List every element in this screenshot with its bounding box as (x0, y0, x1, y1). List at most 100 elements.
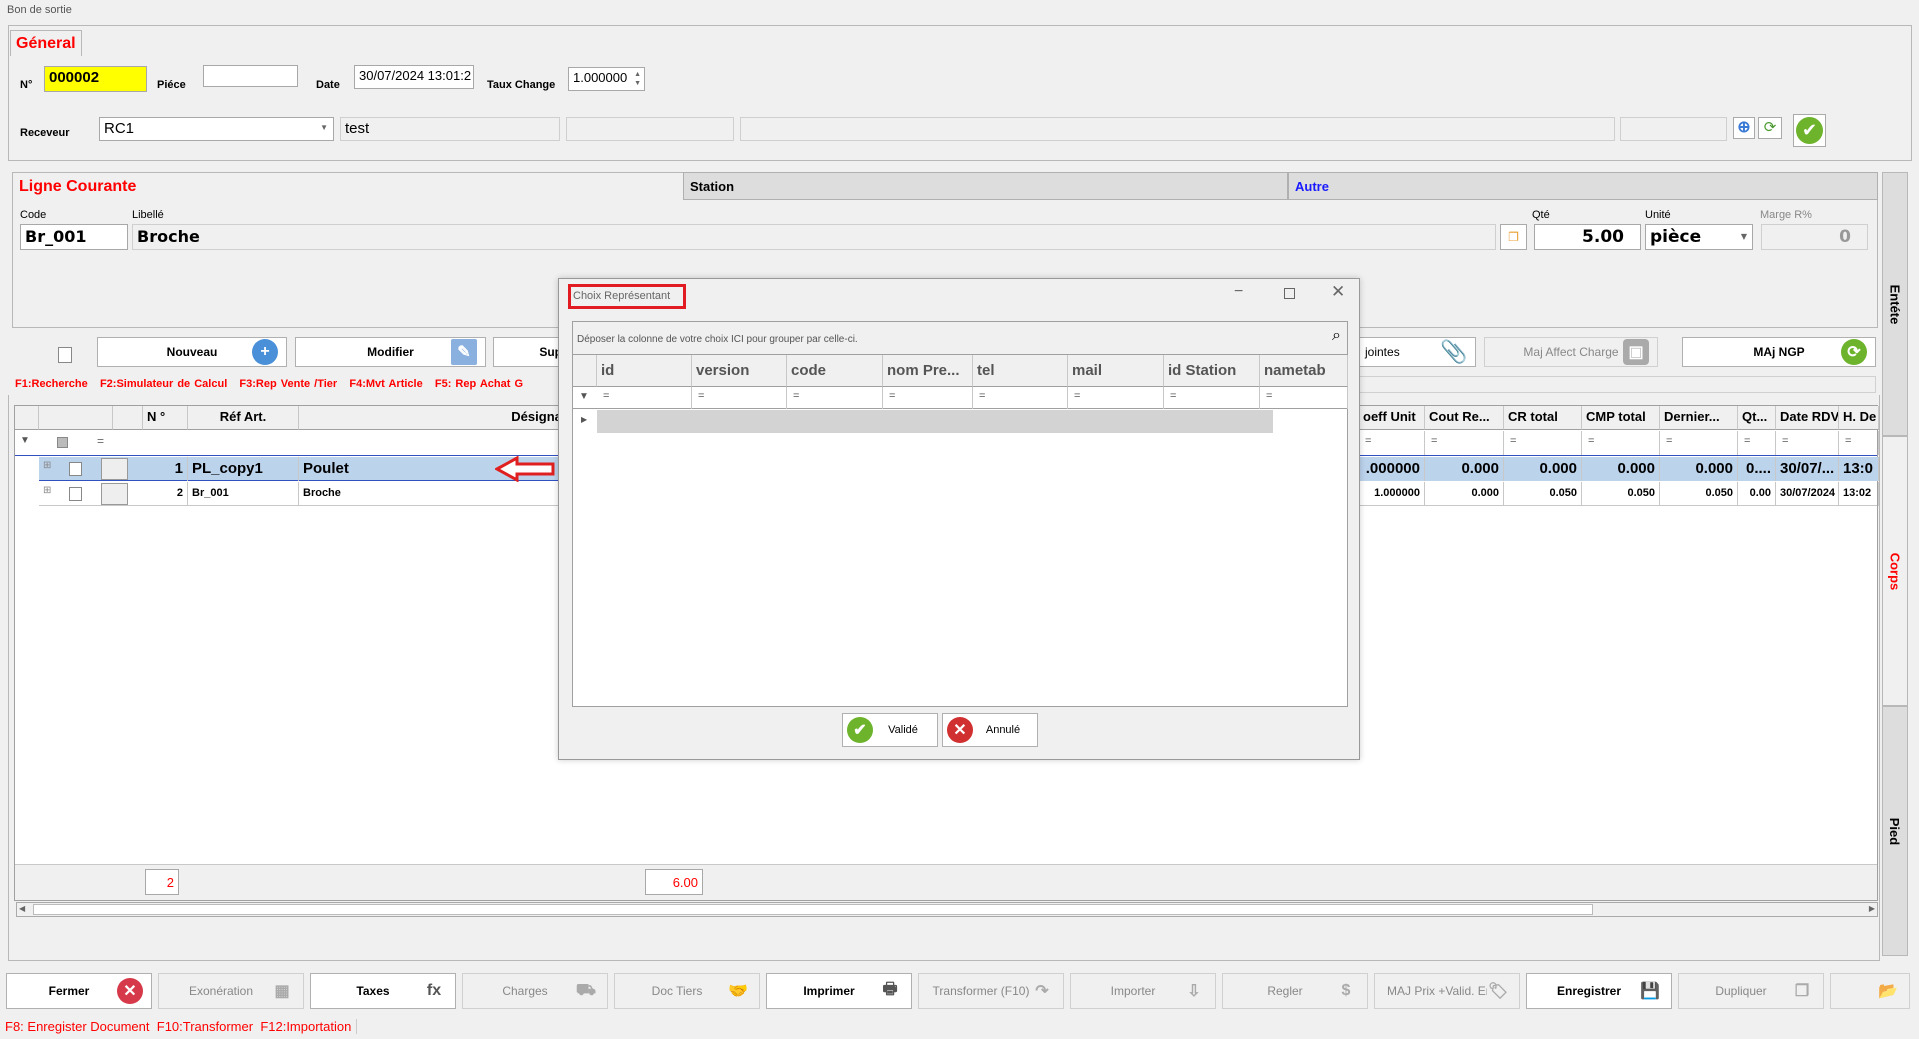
code-field[interactable]: Br_001 (20, 224, 128, 250)
dupliquer-label: Dupliquer (1715, 984, 1767, 998)
tab-corps[interactable]: Corps (1882, 436, 1908, 706)
cell-value: 0.000 (1425, 457, 1504, 481)
header-coeff[interactable]: oeff Unit (1359, 406, 1425, 430)
marge-label: Marge R% (1760, 209, 1812, 221)
filter-equals-icon[interactable]: = (1738, 431, 1776, 455)
scroll-left-icon[interactable]: ◀ (19, 904, 25, 913)
cell-n: 2 (143, 482, 188, 506)
check-icon: ✔ (847, 717, 873, 743)
filter-equals-icon[interactable]: = (1776, 431, 1839, 455)
jointes-button[interactable]: jointes 📎 (1340, 337, 1476, 367)
filter-equals-icon[interactable]: = (1260, 387, 1348, 409)
header-n[interactable]: N ° (143, 406, 188, 430)
filter-equals-icon[interactable]: = (1359, 431, 1425, 455)
tab-autre[interactable]: Autre (1288, 172, 1878, 200)
spin-arrows-icon[interactable]: ▲ ▼ (634, 70, 641, 88)
cancel-icon: ✕ (947, 717, 973, 743)
dialog-header-cell[interactable]: version (692, 355, 787, 387)
dialog-filter-row[interactable]: ▼ = = = = = = = = (573, 387, 1348, 409)
validate-icon[interactable]: ✔ (1793, 114, 1826, 147)
header-cout[interactable]: Cout Re... (1425, 406, 1504, 430)
filter-equals-icon[interactable]: = (1068, 387, 1164, 409)
filter-check-icon[interactable] (57, 437, 68, 448)
tab-station[interactable]: Station (683, 172, 1288, 200)
nouveau-button[interactable]: Nouveau + (97, 337, 287, 367)
expand-icon[interactable]: ⊞ (43, 485, 51, 496)
refresh-icon[interactable]: ⟳ (1758, 117, 1782, 139)
filter-equals-icon[interactable]: = (1582, 431, 1660, 455)
taux-spinner[interactable]: 1.000000 ▲ ▼ (568, 67, 645, 91)
copy-icon[interactable]: ❐ (1500, 224, 1527, 250)
horizontal-scrollbar[interactable]: ◀ ▶ (16, 902, 1878, 917)
tab-general[interactable]: Géneral (10, 30, 82, 56)
imprimer-button[interactable]: Imprimer 🖶 (766, 973, 912, 1009)
dialog-header-cell[interactable]: code (787, 355, 883, 387)
date-field[interactable]: 30/07/2024 13:01:2 (354, 65, 474, 89)
header-qt[interactable]: Qt... (1738, 406, 1776, 430)
filter-equals-icon[interactable]: = (1660, 431, 1738, 455)
dialog-header-cell[interactable]: nametab (1260, 355, 1348, 387)
enregistrer-button[interactable]: Enregistrer 💾 (1526, 973, 1672, 1009)
chevron-down-icon[interactable]: ▼ (320, 123, 328, 132)
row-button[interactable] (101, 483, 128, 505)
taxes-button[interactable]: Taxes fx (310, 973, 456, 1009)
dialog-header-cell[interactable]: mail (1068, 355, 1164, 387)
scroll-right-icon[interactable]: ▶ (1869, 904, 1875, 913)
dialog-header-cell[interactable]: id (597, 355, 692, 387)
close-icon[interactable]: ✕ (1331, 282, 1345, 302)
filter-equals-icon[interactable]: = (883, 387, 973, 409)
libelle-field[interactable]: Broche (132, 224, 1496, 250)
dialog-new-row[interactable] (597, 410, 1273, 433)
tab-pied[interactable]: Pied (1882, 706, 1908, 956)
group-panel[interactable]: Déposer la colonne de votre choix ICI po… (573, 322, 1347, 355)
scroll-thumb[interactable] (33, 904, 1593, 915)
maximize-icon[interactable] (1284, 288, 1295, 299)
search-icon[interactable]: ⌕ (1332, 327, 1341, 345)
unite-label: Unité (1645, 209, 1671, 221)
arrow-annotation-icon (495, 456, 555, 482)
hint-f1: F1:Recherche (15, 378, 88, 390)
row-checkbox[interactable] (69, 462, 82, 476)
expand-icon[interactable]: ⊞ (43, 460, 51, 471)
receveur-combo[interactable]: RC1 ▼ (99, 117, 334, 141)
no-field[interactable]: 000002 (44, 66, 147, 92)
hint-f12: F12:Importation (260, 1019, 352, 1034)
piece-field[interactable] (203, 65, 298, 87)
tab-pied-label: Pied (1887, 817, 1903, 845)
filter-equals-icon[interactable]: = (597, 387, 692, 409)
filter-equals-icon[interactable]: = (692, 387, 787, 409)
filter-equals-icon[interactable]: = (787, 387, 883, 409)
header-dernier[interactable]: Dernier... (1660, 406, 1738, 430)
row-button[interactable] (101, 458, 128, 480)
filter-equals-icon[interactable]: = (1839, 431, 1879, 455)
filter-equals-icon[interactable]: = (1425, 431, 1504, 455)
add-icon[interactable]: ⊕ (1733, 117, 1755, 139)
filter-equals-icon[interactable]: = (97, 434, 104, 448)
dialog-header-cell[interactable]: id Station (1164, 355, 1260, 387)
valide-button[interactable]: Validé ✔ (842, 713, 938, 747)
chevron-down-icon[interactable]: ▼ (1741, 232, 1747, 241)
modifier-button[interactable]: Modifier ✎ (295, 337, 486, 367)
tab-entete[interactable]: Entéte (1882, 172, 1908, 436)
header-date-rdv[interactable]: Date RDV (1776, 406, 1839, 430)
maj-ngp-button[interactable]: MAj NGP ⟳ (1682, 337, 1876, 367)
marge-spinner: 0 (1761, 224, 1868, 250)
select-checkbox[interactable] (58, 347, 72, 363)
unite-combo[interactable]: pièce ▼ (1645, 224, 1753, 250)
dialog-header-cell[interactable]: nom Pre... (883, 355, 973, 387)
window-title: Bon de sortie (7, 4, 72, 16)
annule-button[interactable]: Annulé ✕ (942, 713, 1038, 747)
filter-equals-icon[interactable]: = (973, 387, 1068, 409)
dialog-header-cell[interactable]: tel (973, 355, 1068, 387)
header-cr-total[interactable]: CR total (1504, 406, 1582, 430)
maj-prix-label: MAJ Prix +Valid. Ent (1387, 984, 1487, 998)
header-cmp-total[interactable]: CMP total (1582, 406, 1660, 430)
filter-equals-icon[interactable]: = (1504, 431, 1582, 455)
minimize-icon[interactable]: − (1234, 283, 1243, 301)
fermer-button[interactable]: Fermer ✕ (6, 973, 152, 1009)
header-ref[interactable]: Réf Art. (188, 406, 299, 430)
header-h-de[interactable]: H. De (1839, 406, 1879, 430)
row-checkbox[interactable] (69, 487, 82, 501)
filter-equals-icon[interactable]: = (1164, 387, 1260, 409)
qte-spinner[interactable]: 5.00 (1534, 224, 1641, 250)
